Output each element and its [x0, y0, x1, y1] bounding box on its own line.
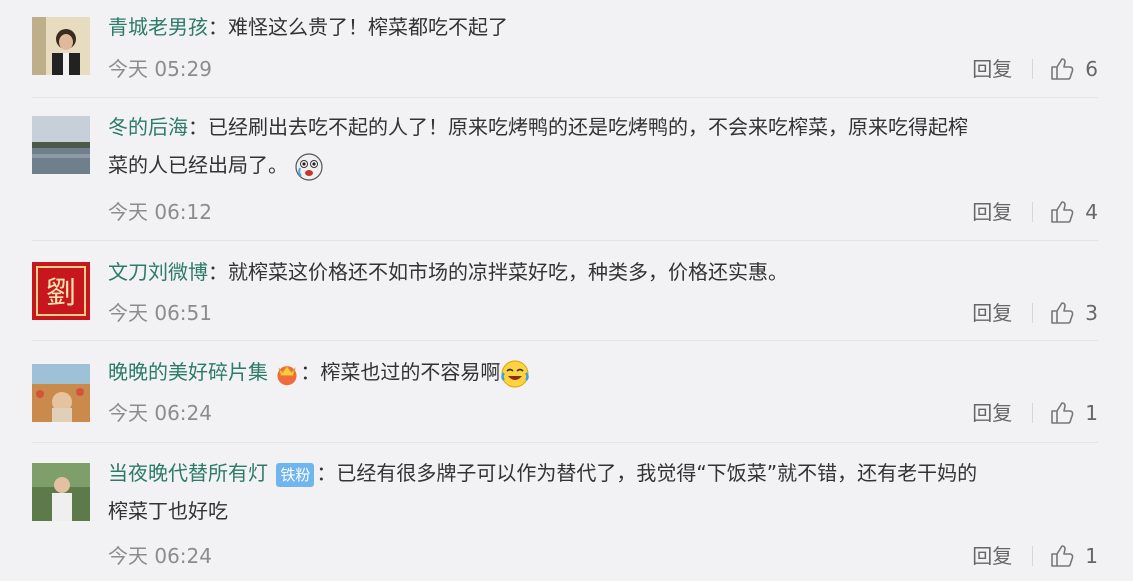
timestamp: 今天 06:12	[108, 200, 212, 224]
comment-text: 冬的后海：已经刷出去吃不起的人了！原来吃烤鸭的还是吃烤鸭的，不会来吃榨菜，原来吃…	[108, 108, 1098, 184]
reply-button[interactable]: 回复	[972, 198, 1012, 226]
thumbs-up-icon[interactable]	[1049, 300, 1075, 326]
thumbs-up-icon[interactable]	[1049, 56, 1075, 82]
timestamp: 今天 06:24	[108, 544, 212, 568]
avatar[interactable]	[32, 17, 90, 75]
laugh-cry-emoji	[501, 360, 530, 387]
divider	[1032, 59, 1034, 79]
reply-button[interactable]: 回复	[972, 399, 1012, 427]
comment-text: 文刀刘微博：就榨菜这价格还不如市场的凉拌菜好吃，种类多，价格还实惠。	[108, 253, 1098, 291]
comment-content: ：就榨菜这价格还不如市场的凉拌菜好吃，种类多，价格还实惠。	[208, 260, 788, 284]
avatar[interactable]: 劉	[32, 262, 90, 320]
crying-face-emoji	[295, 152, 323, 181]
avatar-seal-char: 劉	[46, 276, 76, 311]
avatar[interactable]	[32, 463, 90, 521]
avatar[interactable]	[32, 116, 90, 174]
timestamp: 今天 05:29	[108, 57, 212, 81]
comment-content: 菜的人已经出局了。	[108, 153, 288, 177]
comment-content: ：已经有很多牌子可以作为替代了，我觉得“下饭菜”就不错，还有老干妈的	[316, 461, 978, 485]
username-link[interactable]: 冬的后海	[108, 115, 188, 139]
comment-item: 当夜晚代替所有灯 铁粉 ：已经有很多牌子可以作为替代了，我觉得“下饭菜”就不错，还…	[32, 443, 1098, 581]
crown-badge-icon	[277, 364, 297, 385]
like-count: 3	[1085, 301, 1098, 325]
fan-badge: 铁粉	[276, 462, 315, 487]
comment-text: 当夜晚代替所有灯 铁粉 ：已经有很多牌子可以作为替代了，我觉得“下饭菜”就不错，还…	[108, 454, 1098, 530]
like-count: 1	[1085, 401, 1098, 425]
comment-content: ：难怪这么贵了！榨菜都吃不起了	[208, 15, 508, 39]
reply-button[interactable]: 回复	[972, 55, 1012, 83]
like-count: 1	[1085, 544, 1098, 568]
username-link[interactable]: 青城老男孩	[108, 15, 208, 39]
comment-text: 青城老男孩：难怪这么贵了！榨菜都吃不起了	[108, 8, 1098, 46]
divider	[1032, 403, 1034, 423]
reply-button[interactable]: 回复	[972, 299, 1012, 327]
timestamp: 今天 06:51	[108, 301, 212, 325]
comment-content: ：榨菜也过的不容易啊	[300, 360, 501, 384]
comment-content: 榨菜丁也好吃	[108, 499, 228, 523]
username-link[interactable]: 文刀刘微博	[108, 260, 208, 284]
reply-button[interactable]: 回复	[972, 542, 1012, 570]
comment-item: 晚晚的美好碎片集 ：榨菜也过的不容易啊 今天 06:24 回复 1	[32, 341, 1098, 443]
username-link[interactable]: 当夜晚代替所有灯	[108, 461, 268, 485]
divider	[1032, 303, 1034, 323]
thumbs-up-icon[interactable]	[1049, 199, 1075, 225]
divider	[1032, 546, 1034, 566]
comment-text: 晚晚的美好碎片集 ：榨菜也过的不容易啊	[108, 353, 1098, 391]
comment-item: 冬的后海：已经刷出去吃不起的人了！原来吃烤鸭的还是吃烤鸭的，不会来吃榨菜，原来吃…	[32, 98, 1098, 241]
like-count: 6	[1085, 57, 1098, 81]
username-link[interactable]: 晚晚的美好碎片集	[108, 360, 268, 384]
like-count: 4	[1085, 200, 1098, 224]
comment-item: 劉 文刀刘微博：就榨菜这价格还不如市场的凉拌菜好吃，种类多，价格还实惠。 今天 …	[32, 241, 1098, 341]
thumbs-up-icon[interactable]	[1049, 543, 1075, 569]
comment-content: ：已经刷出去吃不起的人了！原来吃烤鸭的还是吃烤鸭的，不会来吃榨菜，原来吃得起榨	[188, 115, 968, 139]
comment-item: 青城老男孩：难怪这么贵了！榨菜都吃不起了 今天 05:29 回复 6	[32, 8, 1098, 98]
thumbs-up-icon[interactable]	[1049, 400, 1075, 426]
divider	[1032, 202, 1034, 222]
timestamp: 今天 06:24	[108, 401, 212, 425]
avatar[interactable]	[32, 364, 90, 422]
